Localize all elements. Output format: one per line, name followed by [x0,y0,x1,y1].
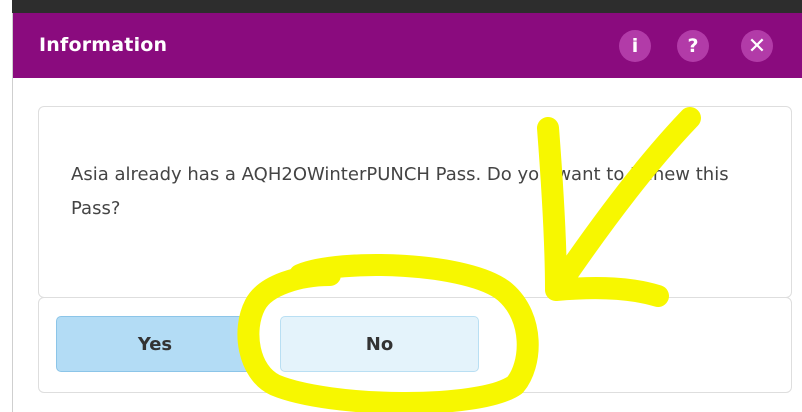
dialog-message: Asia already has a AQH2OWinterPUNCH Pass… [71,164,729,219]
message-panel: Asia already has a AQH2OWinterPUNCH Pass… [38,106,792,298]
dialog-title: Information [39,34,168,56]
help-icon[interactable]: ? [677,30,709,62]
dialog-titlebar: Information i ? ✕ [13,13,802,78]
button-panel: Yes No [38,297,792,393]
no-button[interactable]: No [280,316,479,372]
yes-button[interactable]: Yes [56,316,254,372]
information-dialog: Information i ? ✕ Asia already has a AQH… [12,13,802,412]
close-icon[interactable]: ✕ [741,30,773,62]
info-icon[interactable]: i [619,30,651,62]
window-border [12,0,802,13]
window-top-edge [0,0,802,14]
